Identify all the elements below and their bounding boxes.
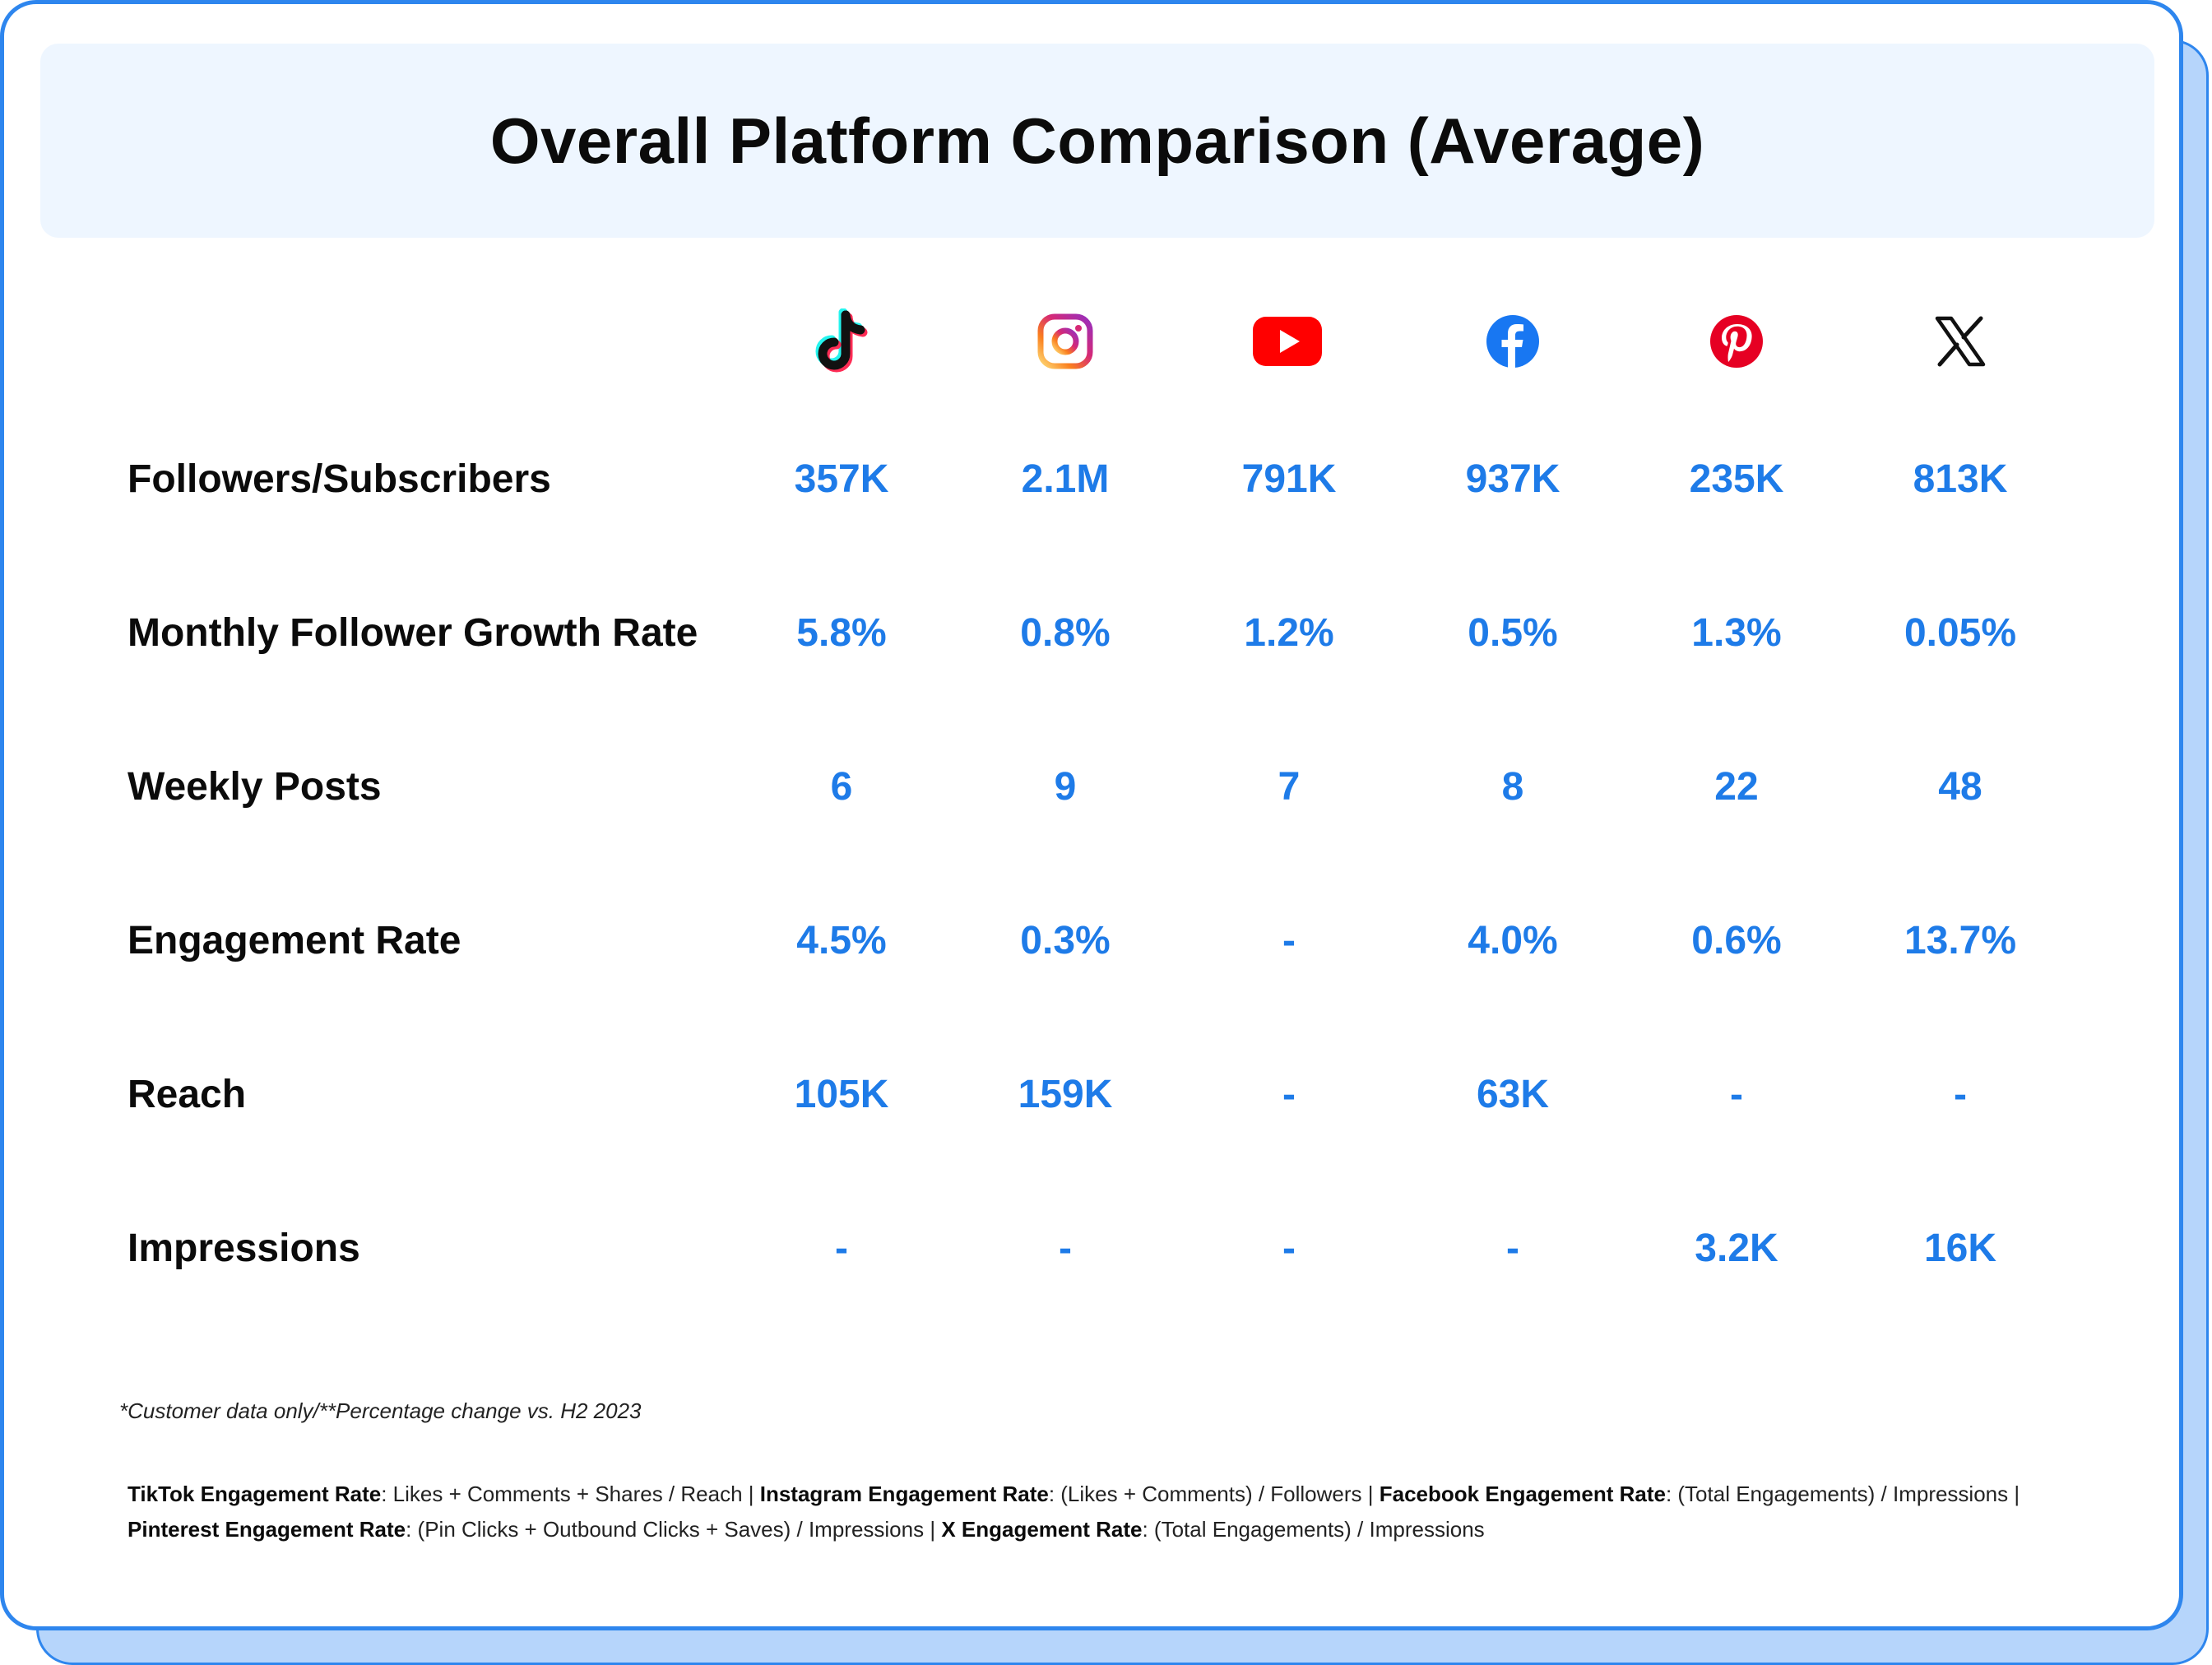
cell-pinterest-followers: 235K xyxy=(1689,457,1784,501)
cell-facebook-growth: 0.5% xyxy=(1468,611,1558,655)
cell-pinterest-posts: 22 xyxy=(1714,765,1759,809)
cell-tiktok-followers: 357K xyxy=(794,457,889,501)
cell-facebook-followers: 937K xyxy=(1465,457,1560,501)
page-title: Overall Platform Comparison (Average) xyxy=(489,104,1705,177)
definition-formula-instagram: : (Likes + Comments) / Followers | xyxy=(1048,1482,1380,1506)
cell-instagram-growth: 0.8% xyxy=(1020,611,1111,655)
cell-facebook-engagement: 4.0% xyxy=(1468,919,1558,962)
row-label-followers: Followers/Subscribers xyxy=(128,457,551,501)
row-label-growth-rate: Monthly Follower Growth Rate xyxy=(128,611,698,655)
footnote: *Customer data only/**Percentage change … xyxy=(119,1398,642,1423)
cell-youtube-impressions: - xyxy=(1282,1227,1296,1270)
row-label-weekly-posts: Weekly Posts xyxy=(128,765,382,809)
cell-pinterest-impressions: 3.2K xyxy=(1695,1227,1778,1270)
cell-facebook-impressions: - xyxy=(1506,1227,1519,1270)
cell-pinterest-engagement: 0.6% xyxy=(1691,919,1782,962)
definition-name-tiktok: TikTok Engagement Rate xyxy=(128,1482,382,1506)
pinterest-icon xyxy=(1687,300,1786,383)
cell-facebook-posts: 8 xyxy=(1501,765,1524,809)
cell-x-impressions: 16K xyxy=(1923,1227,1997,1270)
cell-x-followers: 813K xyxy=(1913,457,2008,501)
definition-name-x: X Engagement Rate xyxy=(941,1517,1143,1542)
cell-pinterest-reach: - xyxy=(1730,1073,1743,1116)
x-icon xyxy=(1911,300,2010,383)
cell-youtube-reach: - xyxy=(1282,1073,1296,1116)
cell-youtube-growth: 1.2% xyxy=(1244,611,1334,655)
cell-x-engagement: 13.7% xyxy=(1904,919,2017,962)
cell-youtube-posts: 7 xyxy=(1278,765,1301,809)
cell-pinterest-growth: 1.3% xyxy=(1691,611,1782,655)
cell-tiktok-posts: 6 xyxy=(830,765,853,809)
cell-tiktok-growth: 5.8% xyxy=(796,611,887,655)
instagram-icon xyxy=(1016,300,1115,383)
cell-instagram-followers: 2.1M xyxy=(1021,457,1110,501)
cell-facebook-reach: 63K xyxy=(1476,1073,1550,1116)
definition-formula-x: : (Total Engagements) / Impressions xyxy=(1142,1517,1485,1542)
definition-formula-pinterest: : (Pin Clicks + Outbound Clicks + Saves)… xyxy=(406,1517,942,1542)
definition-name-instagram: Instagram Engagement Rate xyxy=(759,1482,1049,1506)
definition-formula-tiktok: : Likes + Comments + Shares / Reach | xyxy=(381,1482,760,1506)
cell-x-posts: 48 xyxy=(1938,765,1982,809)
cell-instagram-reach: 159K xyxy=(1018,1073,1113,1116)
cell-youtube-followers: 791K xyxy=(1241,457,1337,501)
comparison-card: Overall Platform Comparison (Average) Fo… xyxy=(0,0,2183,1630)
cell-tiktok-engagement: 4.5% xyxy=(796,919,887,962)
row-label-reach: Reach xyxy=(128,1073,247,1116)
cell-instagram-posts: 9 xyxy=(1054,765,1077,809)
tiktok-icon xyxy=(792,300,891,383)
facebook-icon xyxy=(1463,300,1562,383)
row-label-engagement-rate: Engagement Rate xyxy=(128,919,461,962)
definition-name-facebook: Facebook Engagement Rate xyxy=(1379,1482,1666,1506)
definition-formula-facebook: : (Total Engagements) / Impressions | xyxy=(1665,1482,2020,1506)
cell-x-growth: 0.05% xyxy=(1904,611,2017,655)
definition-name-pinterest: Pinterest Engagement Rate xyxy=(128,1517,406,1542)
cell-x-reach: - xyxy=(1954,1073,1967,1116)
cell-instagram-impressions: - xyxy=(1059,1227,1072,1270)
cell-tiktok-impressions: - xyxy=(835,1227,848,1270)
youtube-icon xyxy=(1238,300,1337,383)
row-label-impressions: Impressions xyxy=(128,1227,360,1270)
title-band: Overall Platform Comparison (Average) xyxy=(40,44,2154,238)
cell-tiktok-reach: 105K xyxy=(794,1073,889,1116)
cell-youtube-engagement: - xyxy=(1282,919,1296,962)
engagement-definitions: TikTok Engagement Rate: Likes + Comments… xyxy=(128,1477,2085,1547)
cell-instagram-engagement: 0.3% xyxy=(1020,919,1111,962)
